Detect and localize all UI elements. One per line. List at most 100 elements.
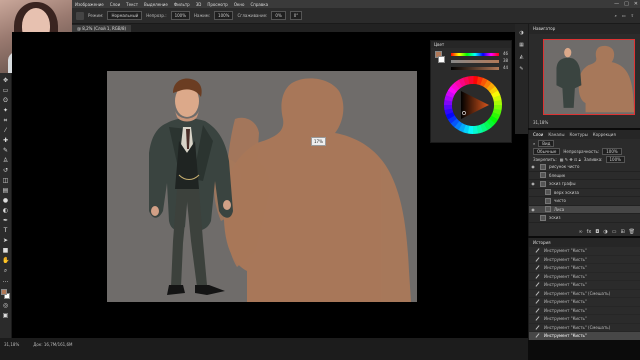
path-select-tool-icon[interactable]: ➤	[2, 237, 9, 244]
new-layer-icon[interactable]: ⊞	[620, 229, 624, 235]
history-state[interactable]: Инструмент "Кисть"	[529, 264, 640, 273]
search-icon[interactable]: ⌕	[615, 13, 617, 18]
shape-tool-icon[interactable]: ■	[2, 247, 9, 254]
layer-row[interactable]: эскиз	[529, 214, 640, 223]
lasso-tool-icon[interactable]: ʘ	[2, 97, 9, 104]
blend-mode-select[interactable]: Обычные	[533, 147, 561, 155]
history-state[interactable]: Инструмент "Кисть"	[529, 298, 640, 307]
brightness-slider[interactable]	[451, 67, 499, 70]
navigator-thumbnail[interactable]	[543, 39, 635, 115]
visibility-eye-icon[interactable]: ◉	[529, 181, 537, 186]
layers-tab[interactable]: Коррекция	[593, 132, 616, 137]
color-wheel[interactable]	[443, 75, 503, 135]
zoom-tool-icon[interactable]: ⌕	[2, 267, 9, 274]
healing-tool-icon[interactable]: ✚	[2, 137, 9, 144]
history-state[interactable]: Инструмент "Кисть"	[529, 273, 640, 281]
history-state[interactable]: Инструмент "Кисть"	[529, 307, 640, 315]
angle-field[interactable]: 0°	[289, 11, 303, 20]
history-state[interactable]: Инструмент "Кисть"	[529, 256, 640, 264]
history-state[interactable]: Инструмент "Кисть"	[529, 281, 640, 290]
history-state[interactable]: Инструмент "Кисть"	[529, 247, 640, 256]
swatches-panel-icon[interactable]: ▦	[519, 42, 524, 48]
hue-value[interactable]: 46	[503, 51, 508, 56]
menu-item[interactable]: Текст	[123, 2, 141, 7]
adjustment-layer-icon[interactable]: ◑	[603, 229, 607, 235]
new-group-icon[interactable]: ▭	[612, 229, 617, 235]
color-panel-swatches[interactable]	[435, 51, 445, 63]
brush-tool-icon[interactable]: ✎	[2, 147, 9, 154]
blur-tool-icon[interactable]: ●	[2, 197, 9, 204]
layer-style-icon[interactable]: fx	[587, 229, 592, 235]
canvas[interactable]	[107, 71, 417, 302]
opacity-field[interactable]: 100%	[170, 11, 190, 20]
filter-icon[interactable]: ⌕	[533, 141, 535, 146]
screen-mode-icon[interactable]: ▣	[2, 312, 9, 319]
saturation-value[interactable]: 38	[503, 58, 508, 63]
history-state[interactable]: Инструмент "Кисть" (Смешать)	[529, 290, 640, 298]
hand-tool-icon[interactable]: ✋	[2, 257, 9, 264]
trash-icon[interactable]: 🗑︎	[629, 229, 635, 235]
menu-item[interactable]: 3D	[193, 2, 205, 7]
visibility-eye-icon[interactable]: ◉	[529, 164, 537, 169]
menu-item[interactable]: Изображение	[72, 2, 107, 7]
type-tool-icon[interactable]: T	[2, 227, 9, 234]
status-zoom[interactable]: 31,18%	[4, 342, 19, 356]
mode-select[interactable]: Нормальный	[107, 11, 143, 20]
crop-tool-icon[interactable]: ⌗	[2, 117, 9, 124]
menu-item[interactable]: Выделение	[141, 2, 171, 7]
quick-mask-icon[interactable]: ◎	[2, 302, 9, 309]
brightness-value[interactable]: 44	[503, 65, 508, 70]
menu-item[interactable]: Справка	[247, 2, 271, 7]
history-state[interactable]: Инструмент "Кисть"	[529, 315, 640, 324]
bg-swatch[interactable]	[438, 56, 445, 63]
layer-row[interactable]: ◉ Лиса	[529, 205, 640, 214]
color-swatches[interactable]	[1, 289, 10, 299]
layer-row[interactable]: блещик	[529, 172, 640, 180]
navigator-panel-icon[interactable]: ◭	[520, 54, 524, 60]
workspace-icon[interactable]: ▭	[622, 13, 626, 18]
eraser-tool-icon[interactable]: ◫	[2, 177, 9, 184]
brush-preset-icon[interactable]	[76, 11, 84, 20]
layers-tab[interactable]: Каналы	[548, 132, 564, 137]
navigator-zoom[interactable]: 31,18%	[533, 120, 548, 125]
foreground-color-swatch[interactable]	[1, 289, 7, 295]
layer-filter-select[interactable]: Вид	[538, 139, 555, 147]
layer-row[interactable]: ◉ эскиз графы	[529, 180, 640, 189]
menu-item[interactable]: Просмотр	[204, 2, 231, 7]
magic-wand-tool-icon[interactable]: ✦	[2, 107, 9, 114]
layer-mask-icon[interactable]: ◘	[595, 229, 599, 235]
gradient-tool-icon[interactable]: ▤	[2, 187, 9, 194]
brush-panel-icon[interactable]: ✎	[519, 66, 523, 72]
move-tool-icon[interactable]: ✥	[2, 77, 9, 84]
color-panel-icon[interactable]: ◑	[519, 30, 523, 36]
link-layers-icon[interactable]: ∞	[578, 229, 582, 235]
lock-icons[interactable]: ▦ ✎ ✥ ⊡ 🔒︎	[560, 157, 581, 162]
smoothing-field[interactable]: 0%	[271, 11, 286, 20]
visibility-eye-icon[interactable]: ◉	[529, 207, 537, 212]
more-tools-icon[interactable]: …	[2, 277, 9, 284]
dodge-tool-icon[interactable]: ◐	[2, 207, 9, 214]
layer-fill-field[interactable]: 100%	[605, 155, 625, 163]
history-state[interactable]: Инструмент "Кисть" (Смешать)	[529, 324, 640, 332]
history-brush-tool-icon[interactable]: ↺	[2, 167, 9, 174]
stamp-tool-icon[interactable]: ♙	[2, 157, 9, 164]
menu-item[interactable]: Фильтр	[171, 2, 193, 7]
menu-item[interactable]: Окно	[231, 2, 248, 7]
layer-row[interactable]: верх эскиза	[529, 189, 640, 197]
layers-tab[interactable]: Слои	[533, 132, 543, 137]
layer-opacity-field[interactable]: 100%	[602, 147, 622, 155]
hue-slider[interactable]	[451, 53, 499, 56]
marquee-tool-icon[interactable]: ▭	[2, 87, 9, 94]
eyedropper-tool-icon[interactable]: ⁄	[2, 127, 9, 134]
layers-tab[interactable]: Контуры	[569, 132, 587, 137]
pen-tool-icon[interactable]: ✒	[2, 217, 9, 224]
close-icon[interactable]: ✕	[634, 1, 638, 7]
minimize-icon[interactable]: —	[614, 1, 619, 7]
maximize-icon[interactable]: □	[624, 1, 629, 7]
history-state[interactable]: Инструмент "Кисть"	[529, 332, 640, 340]
layer-row[interactable]: ◉ рисунок чисто	[529, 163, 640, 172]
share-icon[interactable]: ⇪	[631, 13, 634, 18]
document-tab[interactable]: @ 8,2% (Слой 1, RGB/8)	[72, 25, 132, 32]
menu-item[interactable]: Слои	[107, 2, 123, 7]
pressure-field[interactable]: 100%	[214, 11, 234, 20]
